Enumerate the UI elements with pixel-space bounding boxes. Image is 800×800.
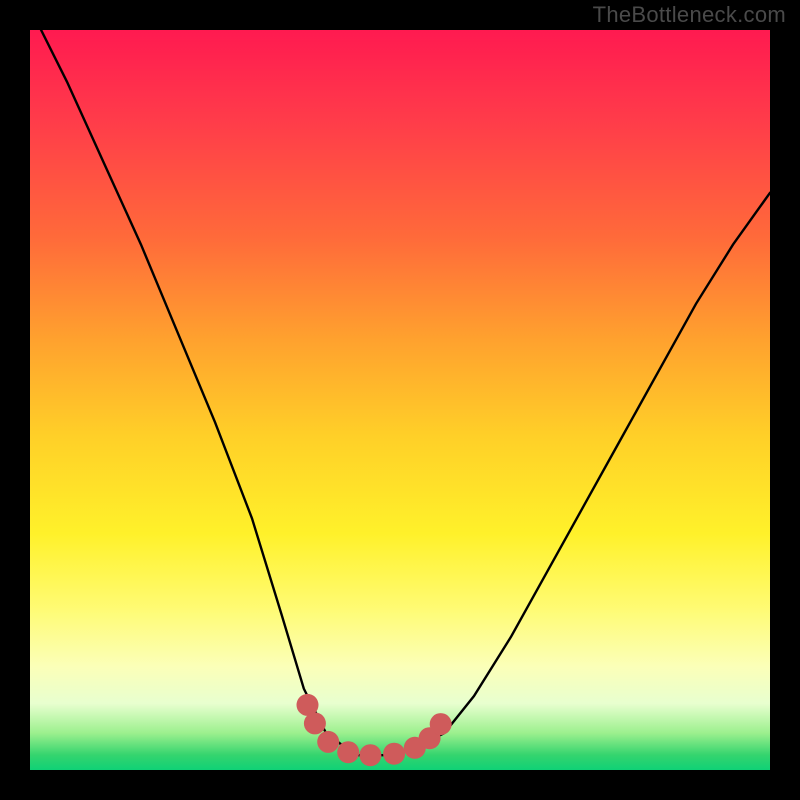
marker-dot xyxy=(337,741,359,763)
marker-dots-group xyxy=(297,694,452,766)
watermark-text: TheBottleneck.com xyxy=(593,2,786,28)
curve-svg xyxy=(30,30,770,770)
chart-container: TheBottleneck.com xyxy=(0,0,800,800)
marker-dot xyxy=(359,744,381,766)
main-curve-path xyxy=(30,30,770,755)
marker-dot xyxy=(304,712,326,734)
marker-dot xyxy=(383,743,405,765)
marker-dot xyxy=(430,713,452,735)
marker-dot xyxy=(317,731,339,753)
plot-area xyxy=(30,30,770,770)
